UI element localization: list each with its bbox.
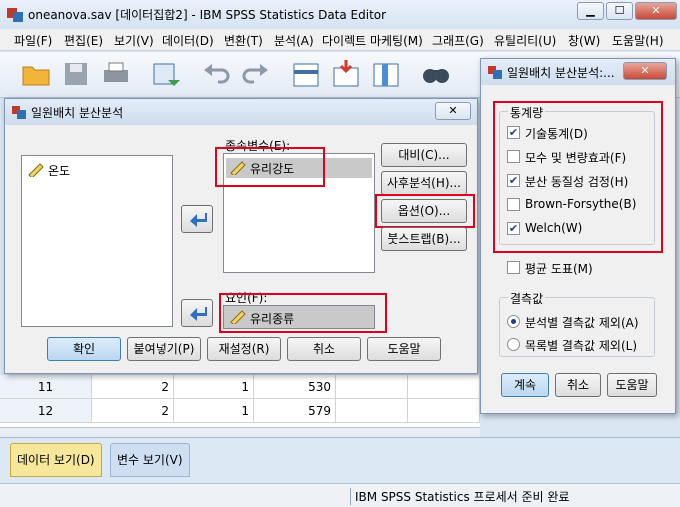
brown-forsythe-checkbox[interactable] bbox=[507, 198, 520, 211]
row-number[interactable]: 12 bbox=[0, 399, 92, 423]
view-tabs: 데이터 보기(D) 변수 보기(V) bbox=[0, 437, 680, 481]
anova-dialog-title-bar: 일원배치 분산분석 ✕ bbox=[5, 99, 477, 125]
save-icon[interactable] bbox=[60, 58, 92, 90]
homogeneity-test-label: 분산 동질성 검정(H) bbox=[525, 175, 629, 189]
anova-dialog-title: 일원배치 분산분석 bbox=[31, 106, 124, 120]
dialog-app-icon bbox=[12, 106, 26, 119]
menu-view[interactable]: 보기(V) bbox=[114, 32, 154, 49]
fixed-random-effects-label: 모수 및 변량효과(F) bbox=[525, 151, 627, 165]
means-plot-checkbox[interactable] bbox=[507, 261, 520, 274]
find-icon[interactable] bbox=[420, 58, 452, 90]
grid-cell[interactable] bbox=[336, 375, 408, 399]
tab-data-view[interactable]: 데이터 보기(D) bbox=[10, 443, 102, 477]
menu-data[interactable]: 데이터(D) bbox=[162, 32, 214, 49]
exclude-listwise-label: 목록별 결측값 제외(L) bbox=[525, 339, 637, 353]
grid-cell[interactable]: 579 bbox=[254, 399, 336, 423]
grid-cell[interactable]: 1 bbox=[174, 375, 254, 399]
dialog-recall-icon[interactable] bbox=[150, 58, 182, 90]
minimize-button[interactable]: ▁ bbox=[577, 2, 604, 20]
anova-dialog-close-button[interactable]: ✕ bbox=[435, 102, 471, 120]
menu-direct-marketing[interactable]: 다이렉트 마케팅(M) bbox=[322, 32, 423, 49]
exclude-analysis-label: 분석별 결측값 제외(A) bbox=[525, 316, 639, 330]
data-grid: 11 2 1 530 12 2 1 579 bbox=[0, 375, 480, 427]
grid-cell[interactable]: 2 bbox=[92, 375, 174, 399]
bootstrap-button[interactable]: 붓스트랩(B)... bbox=[381, 227, 467, 251]
options-dialog-title: 일원배치 분산분석:... bbox=[507, 66, 615, 80]
oneway-anova-dialog: 일원배치 분산분석 ✕ 온도 종속변수(E): 유리강도 요인(F): 유리종류… bbox=[4, 98, 478, 374]
redo-icon[interactable] bbox=[240, 58, 272, 90]
insert-case-icon[interactable] bbox=[330, 58, 362, 90]
grid-cell[interactable]: 1 bbox=[174, 399, 254, 423]
paste-button[interactable]: 붙여넣기(P) bbox=[127, 337, 201, 361]
arrow-left-icon bbox=[190, 213, 207, 227]
continue-button[interactable]: 계속 bbox=[501, 373, 549, 397]
grid-cell[interactable] bbox=[408, 399, 480, 423]
horizontal-scrollbar[interactable] bbox=[0, 427, 480, 437]
cancel-button[interactable]: 취소 bbox=[287, 337, 361, 361]
menu-edit[interactable]: 편집(E) bbox=[64, 32, 103, 49]
goto-case-icon[interactable] bbox=[290, 58, 322, 90]
status-bar: IBM SPSS Statistics 프로세서 준비 완료 bbox=[0, 483, 680, 507]
options-dialog-close-button[interactable]: ✕ bbox=[623, 62, 667, 80]
menu-bar: 파일(F) 편집(E) 보기(V) 데이터(D) 변환(T) 분석(A) 다이렉… bbox=[0, 29, 680, 51]
open-folder-icon[interactable] bbox=[20, 58, 52, 90]
menu-file[interactable]: 파일(F) bbox=[14, 32, 52, 49]
list-item[interactable]: 온도 bbox=[26, 160, 166, 180]
source-variable-label: 온도 bbox=[48, 164, 71, 178]
grid-cell[interactable]: 530 bbox=[254, 375, 336, 399]
menu-analyze[interactable]: 분석(A) bbox=[274, 32, 314, 49]
tab-variable-view[interactable]: 변수 보기(V) bbox=[110, 443, 190, 477]
contrasts-button[interactable]: 대비(C)... bbox=[381, 143, 467, 167]
options-help-button[interactable]: 도움말 bbox=[607, 373, 657, 397]
window-title: oneanova.sav [데이터집합2] - IBM SPSS Statist… bbox=[28, 8, 387, 22]
window-title-bar: oneanova.sav [데이터집합2] - IBM SPSS Statist… bbox=[0, 0, 680, 28]
reset-button[interactable]: 재설정(R) bbox=[207, 337, 281, 361]
descriptive-checkbox[interactable]: ✔ bbox=[507, 126, 520, 139]
status-text: IBM SPSS Statistics 프로세서 준비 완료 bbox=[350, 488, 569, 505]
descriptive-label: 기술통계(D) bbox=[525, 127, 588, 141]
grid-cell[interactable]: 2 bbox=[92, 399, 174, 423]
options-dialog-title-bar: 일원배치 분산분석:... ✕ bbox=[481, 59, 675, 85]
dialog-app-icon bbox=[488, 66, 502, 79]
missing-values-group-title: 결측값 bbox=[508, 290, 546, 307]
menu-window[interactable]: 창(W) bbox=[568, 32, 600, 49]
help-button[interactable]: 도움말 bbox=[367, 337, 441, 361]
means-plot-label: 평균 도표(M) bbox=[525, 262, 593, 276]
menu-utilities[interactable]: 유틸리티(U) bbox=[494, 32, 556, 49]
spss-app-icon bbox=[7, 8, 23, 22]
variables-icon[interactable] bbox=[370, 58, 402, 90]
arrow-left-icon bbox=[190, 307, 207, 321]
ok-button[interactable]: 확인 bbox=[47, 337, 121, 361]
scale-variable-icon bbox=[28, 163, 44, 177]
move-to-factor-button[interactable] bbox=[181, 299, 213, 327]
exclude-listwise-radio[interactable] bbox=[507, 338, 520, 351]
brown-forsythe-label: Brown-Forsythe(B) bbox=[525, 197, 637, 211]
row-number[interactable]: 11 bbox=[0, 375, 92, 399]
welch-label: Welch(W) bbox=[525, 221, 583, 235]
highlight-box bbox=[215, 147, 325, 187]
print-icon[interactable] bbox=[100, 58, 132, 90]
welch-checkbox[interactable]: ✔ bbox=[507, 222, 520, 235]
source-variable-list[interactable]: 온도 bbox=[21, 155, 173, 327]
close-button[interactable]: ✕ bbox=[635, 2, 677, 20]
menu-transform[interactable]: 변환(T) bbox=[224, 32, 263, 49]
grid-cell[interactable] bbox=[408, 375, 480, 399]
exclude-analysis-radio[interactable] bbox=[507, 315, 520, 328]
options-cancel-button[interactable]: 취소 bbox=[555, 373, 601, 397]
fixed-random-effects-checkbox[interactable] bbox=[507, 150, 520, 163]
undo-icon[interactable] bbox=[200, 58, 232, 90]
post-hoc-button[interactable]: 사후분석(H)... bbox=[381, 171, 467, 195]
menu-graphs[interactable]: 그래프(G) bbox=[432, 32, 484, 49]
maximize-button[interactable]: ☐ bbox=[606, 2, 633, 20]
grid-cell[interactable] bbox=[336, 399, 408, 423]
move-to-dependent-button[interactable] bbox=[181, 205, 213, 233]
menu-help[interactable]: 도움말(H) bbox=[612, 32, 664, 49]
homogeneity-test-checkbox[interactable]: ✔ bbox=[507, 174, 520, 187]
anova-options-dialog: 일원배치 분산분석:... ✕ 통계량 ✔ 기술통계(D) 모수 및 변량효과(… bbox=[480, 58, 676, 414]
highlight-box bbox=[375, 194, 475, 228]
highlight-box bbox=[219, 293, 387, 333]
